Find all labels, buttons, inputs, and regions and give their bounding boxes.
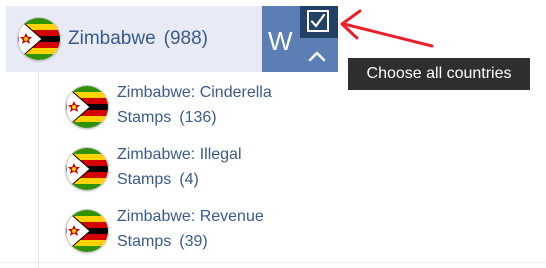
zimbabwe-flag-icon [66, 148, 108, 190]
subcategory-item[interactable]: Zimbabwe: Cinderella Stamps (136) [66, 80, 346, 140]
tooltip-text: Choose all countries [366, 65, 512, 82]
subcategory-item[interactable]: Zimbabwe: Illegal Stamps (4) [66, 142, 346, 202]
subcategory-link[interactable]: Zimbabwe: Revenue Stamps (39) [117, 204, 264, 254]
subcategory-count: (39) [179, 233, 208, 250]
subcategory-type: Stamps [117, 171, 172, 188]
country-count: (988) [163, 28, 209, 49]
letter-label: W [268, 26, 293, 56]
zimbabwe-flag-icon [18, 18, 60, 60]
letter-group-header: W [262, 6, 338, 72]
subcategory-type: Stamps [117, 109, 172, 126]
zimbabwe-flag-icon [66, 86, 108, 128]
subcategory-item[interactable]: Zimbabwe: Revenue Stamps (39) [66, 204, 346, 264]
subcategory-type: Stamps [117, 233, 172, 250]
checkmark-icon [310, 13, 326, 28]
subcategory-title: Zimbabwe: Cinderella [117, 84, 272, 101]
divider [0, 262, 546, 263]
select-all-checkbox[interactable] [307, 10, 329, 32]
subcategory-link[interactable]: Zimbabwe: Illegal Stamps (4) [117, 142, 242, 192]
chevron-up-icon[interactable] [308, 50, 326, 62]
subcategory-title: Zimbabwe: Revenue [117, 208, 264, 225]
country-link[interactable]: Zimbabwe (988) [68, 28, 208, 50]
country-name: Zimbabwe [68, 28, 156, 49]
tree-connector [38, 72, 39, 268]
subcategory-title: Zimbabwe: Illegal [117, 146, 242, 163]
country-row-zimbabwe[interactable]: Zimbabwe (988) [6, 6, 262, 72]
tooltip: Choose all countries [348, 58, 530, 90]
annotation-arrow [340, 9, 434, 48]
subcategory-count: (4) [179, 171, 199, 188]
subcategory-count: (136) [179, 109, 217, 126]
zimbabwe-flag-icon [66, 210, 108, 252]
subcategory-link[interactable]: Zimbabwe: Cinderella Stamps (136) [117, 80, 272, 130]
